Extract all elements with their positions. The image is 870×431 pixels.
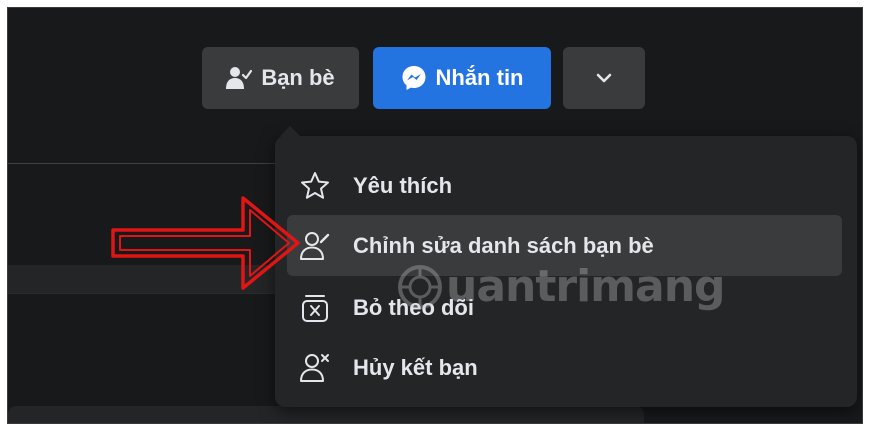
menu-item-unfriend[interactable]: Hủy kết bạn — [287, 337, 842, 398]
divider-line — [8, 163, 284, 164]
message-button-label: Nhắn tin — [435, 65, 524, 90]
menu-item-label: Bỏ theo dõi — [353, 294, 474, 320]
more-options-button[interactable] — [563, 47, 645, 109]
messenger-icon — [401, 65, 427, 91]
background-card-bottom — [8, 406, 644, 423]
friend-options-menu: Yêu thích Chỉnh sửa danh sách bạn bè Bỏ … — [275, 126, 857, 407]
menu-item-label: Hủy kết bạn — [353, 354, 478, 380]
menu-item-edit-friend-list[interactable]: Chỉnh sửa danh sách bạn bè — [287, 215, 842, 276]
menu-item-favorite[interactable]: Yêu thích — [287, 155, 842, 216]
profile-header-frame: Bạn bè Nhắn tin Yêu thích Chỉnh sửa danh… — [7, 7, 863, 424]
background-card — [8, 293, 284, 397]
friends-button-label: Bạn bè — [261, 65, 335, 90]
person-check-icon — [226, 66, 253, 90]
chevron-down-icon — [596, 73, 612, 83]
menu-caret — [280, 126, 300, 146]
menu-item-label: Yêu thích — [353, 172, 453, 198]
message-button[interactable]: Nhắn tin — [373, 47, 551, 109]
annotation-arrow-icon — [111, 196, 300, 290]
menu-item-label: Chỉnh sửa danh sách bạn bè — [353, 232, 654, 258]
friends-button[interactable]: Bạn bè — [202, 47, 359, 109]
menu-item-unfollow[interactable]: Bỏ theo dõi — [287, 277, 842, 338]
person-remove-icon — [287, 352, 343, 384]
unfollow-box-icon — [287, 292, 343, 324]
